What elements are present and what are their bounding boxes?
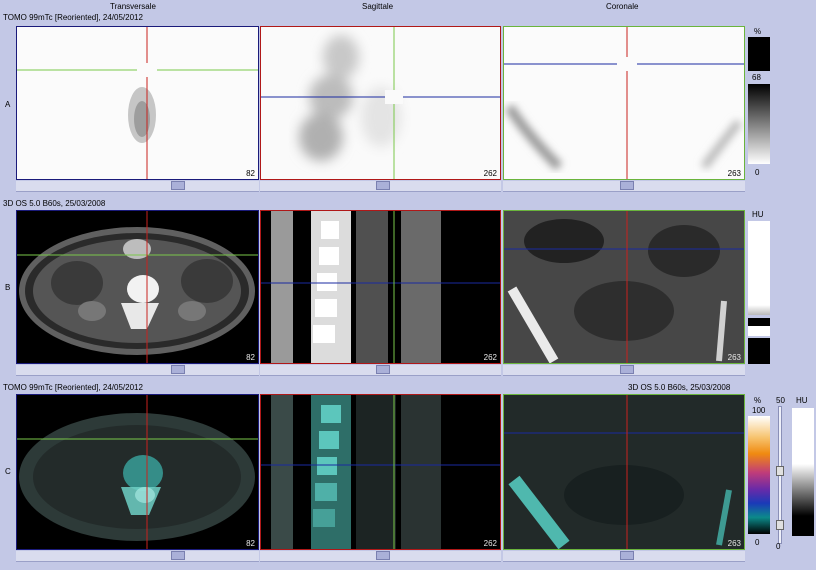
scale-c-hu-black — [792, 516, 814, 536]
row-c-series-label: TOMO 99mTc [Reoriented], 24/05/2012 — [3, 383, 143, 392]
scale-a-gradient[interactable] — [748, 84, 770, 164]
column-header-coronal: Coronale — [606, 2, 639, 11]
scroll-thumb[interactable] — [620, 551, 634, 560]
scrollbar-b-coronal[interactable] — [503, 365, 745, 376]
viewport-c-transverse[interactable]: 82 — [16, 394, 259, 550]
scale-c-hu-gradient[interactable] — [792, 464, 814, 516]
viewport-c-sagittal[interactable]: 262 — [260, 394, 501, 550]
viewport-a-sagittal[interactable]: 262 — [260, 26, 501, 180]
scroll-thumb[interactable] — [171, 181, 185, 190]
slice-number: 82 — [246, 169, 255, 178]
column-header-transverse: Transversale — [110, 2, 156, 11]
viewport-c-coronal[interactable]: 263 — [503, 394, 745, 550]
scroll-thumb[interactable] — [376, 181, 390, 190]
scale-a-max: 68 — [752, 73, 761, 82]
scrollbar-c-coronal[interactable] — [503, 551, 745, 562]
row-c-series-label-right: 3D OS 5.0 B60s, 25/03/2008 — [628, 383, 731, 392]
scale-b-white — [748, 221, 770, 305]
slice-number: 263 — [727, 353, 741, 362]
scale-b-band — [748, 326, 770, 336]
scrollbar-a-transverse[interactable] — [16, 181, 259, 192]
scale-c-pct-max: 100 — [752, 406, 766, 415]
row-a-letter: A — [5, 100, 11, 109]
scroll-thumb[interactable] — [620, 181, 634, 190]
scroll-thumb[interactable] — [171, 365, 185, 374]
viewport-a-coronal[interactable]: 263 — [503, 26, 745, 180]
scroll-thumb[interactable] — [171, 551, 185, 560]
slice-number: 262 — [483, 169, 497, 178]
scroll-thumb[interactable] — [376, 365, 390, 374]
scale-c-hu-white — [792, 408, 814, 464]
scale-a-unit: % — [754, 27, 762, 36]
row-b-series-label: 3D OS 5.0 B60s, 25/03/2008 — [3, 199, 106, 208]
scrollbar-b-sagittal[interactable] — [260, 365, 501, 376]
scale-c-colormap[interactable] — [748, 416, 770, 534]
scale-b-unit: HU — [752, 210, 764, 219]
scrollbar-a-sagittal[interactable] — [260, 181, 501, 192]
scrollbar-b-transverse[interactable] — [16, 365, 259, 376]
slice-number: 82 — [246, 539, 255, 548]
scroll-thumb[interactable] — [620, 365, 634, 374]
scale-c-hu-unit: HU — [796, 396, 808, 405]
scale-b-window[interactable] — [748, 305, 770, 315]
scale-a-min: 0 — [755, 168, 760, 177]
fusion-slider-handle-top[interactable] — [776, 466, 784, 476]
row-a-series-label: TOMO 99mTc [Reoriented], 24/05/2012 — [3, 13, 143, 22]
scale-c-level: 50 — [776, 396, 785, 405]
scrollbar-a-coronal[interactable] — [503, 181, 745, 192]
scale-c-hu-min: 0 — [776, 542, 781, 551]
scale-a-top-block — [748, 37, 770, 71]
scale-b-band — [748, 318, 770, 326]
scrollbar-c-sagittal[interactable] — [260, 551, 501, 562]
slice-number: 82 — [246, 353, 255, 362]
viewport-b-transverse[interactable]: 82 — [16, 210, 259, 364]
scale-b-black — [748, 338, 770, 364]
fusion-slider-handle-bottom[interactable] — [776, 520, 784, 530]
slice-number: 262 — [483, 539, 497, 548]
viewport-a-transverse[interactable]: 82 — [16, 26, 259, 180]
slice-number: 263 — [727, 169, 741, 178]
viewport-b-coronal[interactable]: 263 — [503, 210, 745, 364]
viewport-b-sagittal[interactable]: 262 — [260, 210, 501, 364]
scroll-thumb[interactable] — [376, 551, 390, 560]
column-header-sagittal: Sagittale — [362, 2, 394, 11]
row-c-letter: C — [5, 467, 11, 476]
slice-number: 262 — [483, 353, 497, 362]
row-b-letter: B — [5, 283, 11, 292]
scale-c-pct-min: 0 — [755, 538, 760, 547]
scale-c-pct-unit: % — [754, 396, 762, 405]
scrollbar-c-transverse[interactable] — [16, 551, 259, 562]
slice-number: 263 — [727, 539, 741, 548]
